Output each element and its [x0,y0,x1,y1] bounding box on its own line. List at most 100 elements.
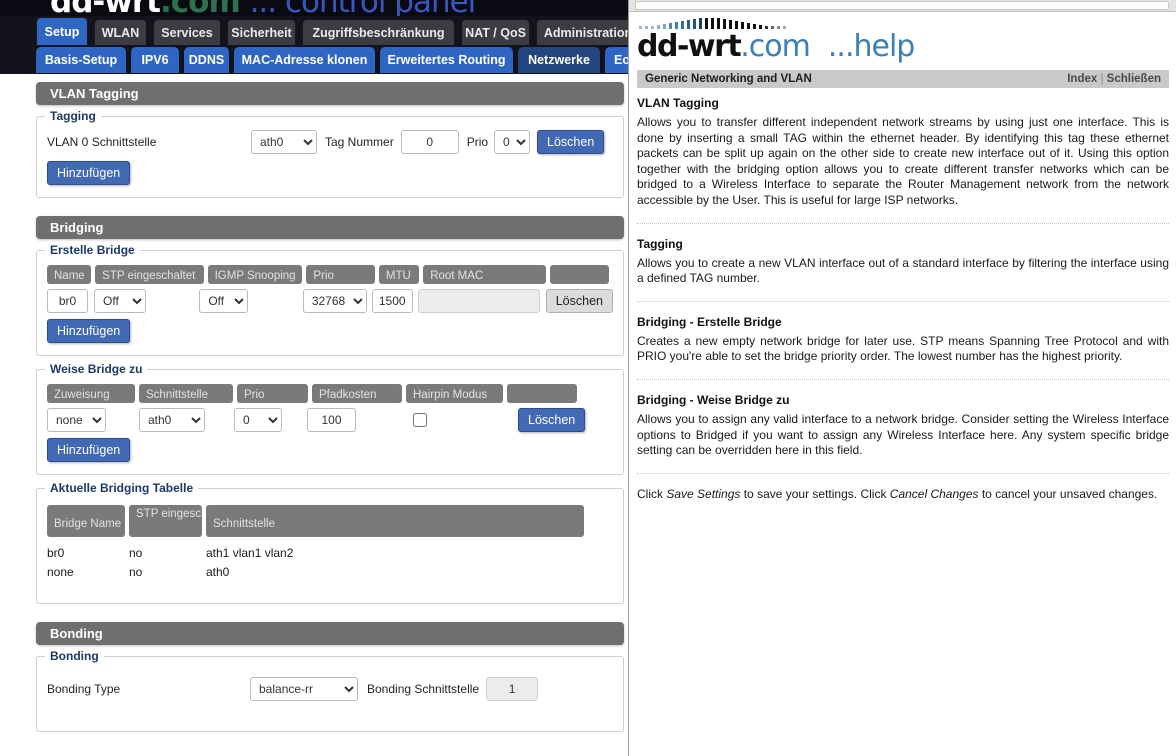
help-separator [637,378,1169,380]
bridging-table-body: br0 no ath1 vlan1 vlan2 none no ath0 [47,543,613,581]
vlan-interface-select[interactable]: ath0 [251,130,317,154]
help-link-separator: | [1100,73,1104,85]
assign-add-button[interactable]: Hinzufügen [47,438,131,462]
header-assignment: Zuweisung [47,384,135,403]
content-column: VLAN Tagging Tagging VLAN 0 Schnittstell… [36,82,624,745]
secondary-tab-mac-adresse-klonen[interactable]: MAC-Adresse klonen [234,47,375,73]
assign-delete-button[interactable]: Löschen [518,408,586,432]
help-index-link[interactable]: Index [1067,73,1097,85]
primary-tab-label: Setup [44,24,80,39]
bridge-delete-button[interactable]: Löschen [545,289,613,313]
help-content: VLAN Tagging Allows you to transfer diffe… [637,96,1169,502]
pathcost-input[interactable] [307,408,356,432]
header-root-mac: Root MAC [423,265,547,284]
bridge-prio-select[interactable]: 32768 [302,289,367,313]
primary-tab-administration[interactable]: Administration [536,19,640,45]
footer-pre: Click [637,486,667,501]
prio-label: Prio [466,135,489,149]
header-create-actions [550,265,609,284]
bridge-stp-select[interactable]: Off [94,289,147,313]
help-logo-brand: dd-wrt [637,29,742,64]
hairpin-checkbox[interactable] [413,413,427,427]
vlan-add-button[interactable]: Hinzufügen [47,161,131,185]
help-section-body: Allows you to create a new VLAN interfac… [637,255,1169,286]
section-header-bridging: Bridging [36,216,624,239]
header-table-stp: STP eingeschaltet [129,505,202,537]
stp-cell: no [129,545,143,560]
help-footer-note: Click Save Settings to save your setting… [637,487,1169,503]
primary-tab-label: Services [161,25,213,40]
secondary-tab-label: DDNS [188,53,225,67]
header-bridge-name: Bridge Name [47,505,125,537]
primary-tab-label: Sicherheit [231,25,292,40]
bridge-add-button[interactable]: Hinzufügen [47,319,131,343]
assign-bridge-header-row: Zuweisung Schnittstelle Prio Pfadkosten … [47,384,613,403]
primary-tab-label: WLAN [101,25,140,40]
help-close-link[interactable]: Schließen [1107,73,1161,85]
help-section-body: Creates a new empty network bridge for l… [637,333,1169,364]
bridge-root-mac-input[interactable] [417,289,540,313]
legend-assign-bridge: Weise Bridge zu [45,362,148,376]
secondary-tab-ipv6[interactable]: IPV6 [131,47,179,73]
assign-bridge-input-row: none ath0 0 Löschen [47,408,613,432]
help-section-body: Allows you to transfer different indepen… [637,115,1169,207]
assign-interface-select[interactable]: ath0 [139,408,205,432]
fieldset-assign-bridge: Weise Bridge zu Zuweisung Schnittstelle … [36,362,624,475]
secondary-tab-basis-setup[interactable]: Basis-Setup [36,47,126,73]
logo-brand: dd-wrt [50,0,161,16]
help-titlebar-links: Index | Schließen [1067,73,1161,85]
secondary-tab-bar: Basis-Setup IPV6 DDNS MAC-Adresse klonen Erw… [0,45,700,74]
primary-tab-nat-qos[interactable]: NAT / QoS [461,19,530,45]
page-body: VLAN Tagging Tagging VLAN 0 Schnittstell… [0,74,700,756]
tag-number-input[interactable] [400,130,459,154]
masthead: dd-wrt.com ... control panel [0,0,700,16]
header-pathcost: Pfadkosten [312,384,402,403]
primary-tab-setup[interactable]: Setup [36,17,88,45]
table-row: none no ath0 [47,562,613,581]
footer-cancel-changes-label: Cancel Changes [889,486,979,501]
help-separator [637,472,1169,474]
header-hairpin: Hairpin Modus [406,384,503,403]
help-logo: dd-wrt.com ...help [637,29,915,64]
primary-tab-zugriffsbeschr-nkung[interactable]: Zugriffsbeschränkung [302,19,455,45]
bridge-name-cell: br0 [47,545,65,560]
help-logo-com: .com [740,29,811,64]
logo-com: .com [160,0,241,16]
decorative-bars-icon [639,18,914,29]
header-table-interface: Schnittstelle [206,505,584,537]
primary-tab-services[interactable]: Services [153,19,221,45]
secondary-tab-netzwerke[interactable]: Netzwerke [518,47,600,73]
primary-tab-label: Administration [543,25,633,40]
bridge-mtu-input[interactable] [371,289,413,313]
secondary-tab-ddns[interactable]: DDNS [184,47,229,73]
help-separator [637,222,1169,224]
bonding-type-select[interactable]: balance-rr [250,677,358,701]
primary-tab-sicherheit[interactable]: Sicherheit [227,19,296,45]
header-stp: STP eingeschaltet [95,265,204,284]
help-title: Generic Networking and VLAN [645,73,812,85]
bonding-interface-label: Bonding Schnittstelle [367,682,480,696]
section-header-bonding: Bonding [36,622,624,645]
assign-prio-select[interactable]: 0 [234,408,282,432]
bonding-interface-input[interactable] [486,677,539,701]
bridge-name-cell: none [47,564,74,579]
section-header-vlan-tagging: VLAN Tagging [36,82,624,105]
fieldset-tagging: Tagging VLAN 0 Schnittstelle ath0 Tag Nu… [36,109,624,198]
help-section-heading: VLAN Tagging [637,96,719,110]
router-control-panel: dd-wrt.com ... control panel Setup WLAN Se… [0,0,700,756]
tag-number-label: Tag Nummer [325,135,394,149]
bridge-igmp-select[interactable]: Off [199,289,248,313]
help-section-heading: Bridging - Erstelle Bridge [637,314,782,329]
vlan-prio-select[interactable]: 0 [494,130,531,154]
secondary-tab-label: MAC-Adresse klonen [241,53,368,67]
secondary-tab-erweitertes-routing[interactable]: Erweitertes Routing [380,47,513,73]
primary-tab-wlan[interactable]: WLAN [94,19,147,45]
bridge-name-input[interactable] [47,289,88,313]
secondary-tab-label: Netzwerke [528,53,590,67]
help-window: dd-wrt.com ...help Generic Networking and… [628,0,1176,756]
vlan-delete-button[interactable]: Löschen [537,130,605,154]
help-address-field[interactable] [635,1,1169,10]
assignment-select[interactable]: none [47,408,106,432]
interface-cell: ath1 vlan1 vlan2 [206,545,294,560]
help-branding: dd-wrt.com ...help [637,18,915,64]
